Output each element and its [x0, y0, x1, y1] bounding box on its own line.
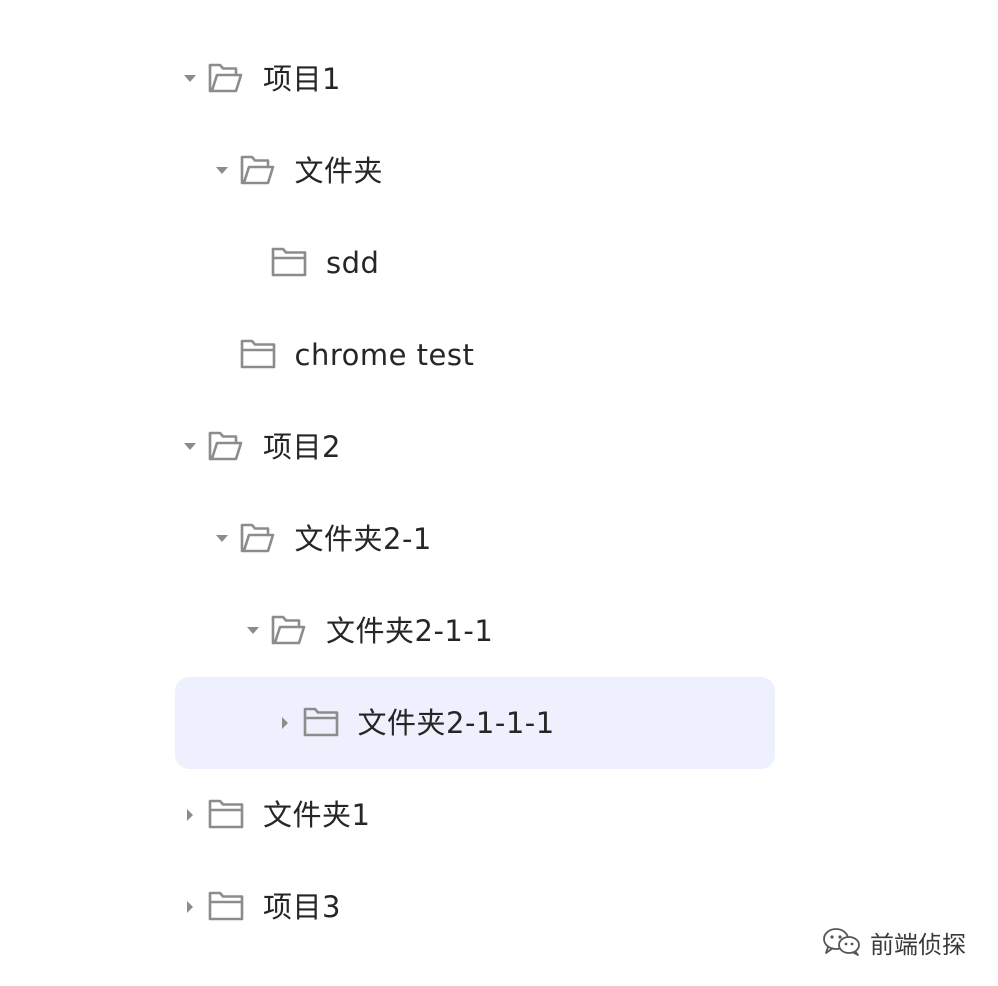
tree-node-label: 文件夹2-1	[294, 522, 432, 556]
folder-open-icon	[208, 61, 244, 95]
folder-tree: 项目1 文件夹 sdd chrome test 项目2 文件夹2-1 文件夹2-1-1 文件夹…	[0, 0, 998, 986]
folder-icon	[240, 337, 276, 371]
tree-node[interactable]: 文件夹2-1-1	[175, 585, 775, 677]
folder-open-icon	[271, 613, 307, 647]
caret-down-icon[interactable]	[212, 125, 232, 217]
tree-node[interactable]: 文件夹	[175, 125, 775, 217]
caret-down-icon[interactable]	[180, 33, 200, 125]
wechat-icon	[822, 927, 862, 957]
caret-down-icon[interactable]	[212, 493, 232, 585]
tree-node-label: sdd	[326, 246, 380, 280]
tree-node[interactable]: 文件夹1	[175, 769, 775, 861]
tree-node-label: 文件夹	[294, 154, 384, 188]
tree-node-label: 文件夹1	[263, 798, 371, 832]
tree-node-label: 文件夹2-1-1	[326, 614, 494, 648]
watermark-text: 前端侦探	[870, 930, 966, 959]
tree-node[interactable]: sdd	[175, 217, 775, 309]
tree-node[interactable]: 项目2	[175, 401, 775, 493]
folder-icon	[271, 245, 307, 279]
folder-icon	[208, 889, 244, 923]
tree-node-label: 项目3	[263, 890, 341, 924]
tree-node-label: 文件夹2-1-1-1	[357, 706, 555, 740]
watermark: 前端侦探	[822, 922, 966, 962]
folder-icon	[208, 797, 244, 831]
tree-node-label: 项目1	[263, 62, 341, 96]
caret-down-icon[interactable]	[180, 401, 200, 493]
tree-node-label: 项目2	[263, 430, 341, 464]
tree-node-label: chrome test	[294, 338, 475, 372]
tree-node[interactable]: 项目3	[175, 861, 775, 953]
tree-node[interactable]: 文件夹2-1-1-1	[175, 677, 775, 769]
tree-node[interactable]: chrome test	[175, 309, 775, 401]
caret-right-icon[interactable]	[180, 861, 200, 953]
folder-open-icon	[208, 429, 244, 463]
caret-right-icon[interactable]	[180, 769, 200, 861]
tree-node[interactable]: 文件夹2-1	[175, 493, 775, 585]
caret-down-icon[interactable]	[243, 585, 263, 677]
tree-node[interactable]: 项目1	[175, 33, 775, 125]
folder-open-icon	[240, 521, 276, 555]
caret-right-icon[interactable]	[275, 677, 295, 769]
folder-icon	[303, 705, 339, 739]
folder-open-icon	[240, 153, 276, 187]
